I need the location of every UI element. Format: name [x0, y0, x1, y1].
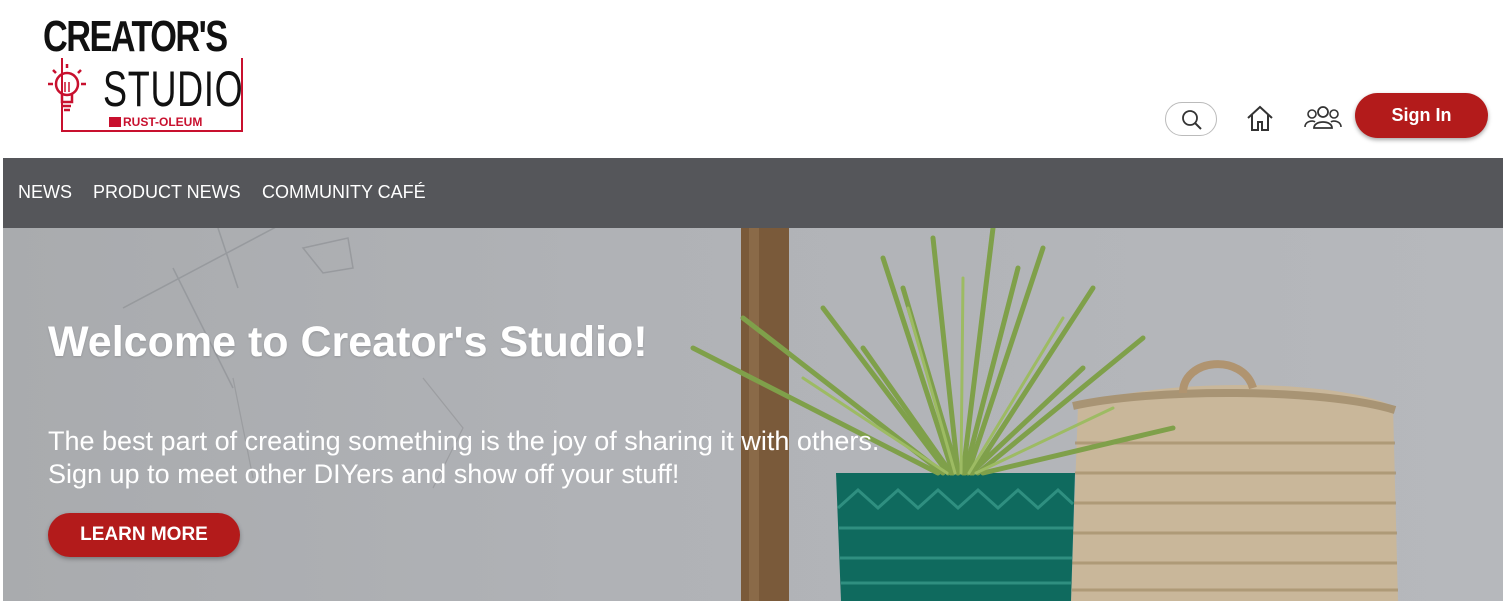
people-icon[interactable] — [1303, 100, 1343, 136]
logo-text-byline: RUST-OLEUM — [109, 115, 202, 129]
hero-title: Welcome to Creator's Studio! — [48, 318, 648, 366]
lightbulb-icon — [48, 64, 86, 112]
nav-item-news[interactable]: NEWS — [18, 182, 72, 203]
logo-text-studio: STUDIO — [103, 61, 244, 117]
learn-more-button[interactable]: LEARN MORE — [48, 513, 240, 557]
site-header: CREATOR'S STUDIO RUST-OLEUM Sign In — [3, 0, 1503, 158]
rust-oleum-mark — [109, 117, 121, 127]
search-button[interactable] — [1165, 102, 1217, 136]
main-nav: NEWS PRODUCT NEWS COMMUNITY CAFÉ — [3, 158, 1503, 228]
logo-byline-text: RUST-OLEUM — [123, 115, 203, 129]
search-icon — [1182, 110, 1202, 130]
creators-studio-logo[interactable]: CREATOR'S STUDIO RUST-OLEUM — [39, 6, 243, 132]
hero-subtitle-line-2: Sign up to meet other DIYers and show of… — [48, 459, 680, 489]
sign-in-button[interactable]: Sign In — [1355, 93, 1488, 138]
logo-text-creators: CREATOR'S — [43, 12, 228, 61]
nav-item-community-cafe[interactable]: COMMUNITY CAFÉ — [262, 182, 426, 203]
hero-banner: Welcome to Creator's Studio! The best pa… — [3, 228, 1503, 601]
nav-item-product-news[interactable]: PRODUCT NEWS — [93, 182, 241, 203]
hero-subtitle-line-1: The best part of creating something is t… — [48, 426, 880, 456]
home-icon[interactable] — [1243, 102, 1277, 136]
